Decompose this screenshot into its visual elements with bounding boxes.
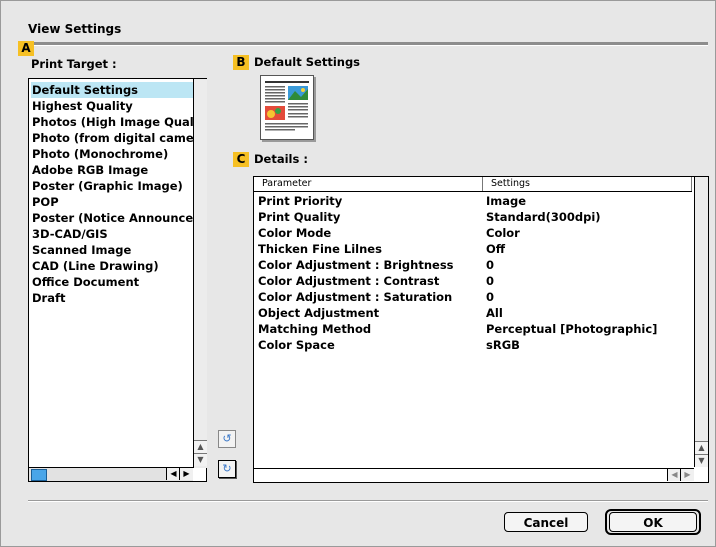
parameter-cell: Color Space [258,338,335,352]
setting-cell: 0 [486,290,495,304]
badge-c: C [233,152,249,167]
parameter-cell: Color Adjustment : Brightness [258,258,454,272]
column-header-parameter[interactable]: Parameter [254,177,483,191]
print-target-item[interactable]: Poster (Graphic Image) [31,178,193,194]
bottom-divider [28,500,708,502]
scroll-down-icon[interactable]: ▼ [194,453,207,466]
title-divider [28,42,708,46]
print-target-item[interactable]: POP [31,194,193,210]
print-target-label: Print Target : [31,57,117,71]
badge-a: A [18,41,34,56]
details-horizontal-scrollbar[interactable]: ◀ ▶ [254,468,694,482]
print-target-item[interactable]: Photo (from digital camer [31,130,193,146]
parameter-cell: Color Adjustment : Saturation [258,290,453,304]
default-settings-label: Default Settings [254,55,361,69]
details-label: Details : [254,152,308,166]
scroll-left-icon[interactable]: ◀ [166,468,180,480]
scroll-up-icon[interactable]: ▲ [194,440,207,453]
apply-icon: ↻ [222,462,232,475]
details-table-header: Parameter Settings [254,177,692,192]
print-target-item[interactable]: 3D-CAD/GIS [31,226,193,242]
print-target-item[interactable]: Default Settings [31,82,193,98]
details-scroll-down-icon[interactable]: ▼ [695,454,708,467]
parameter-cell: Print Priority [258,194,343,208]
scroll-thumb[interactable] [31,469,47,481]
print-target-item[interactable]: Photos (High Image Quali [31,114,193,130]
setting-cell: Standard(300dpi) [486,210,601,224]
setting-cell: Color [486,226,520,240]
print-target-item[interactable]: Office Document [31,274,193,290]
view-settings-dialog: View Settings A Print Target : Default S… [0,0,716,547]
badge-b: B [233,55,249,70]
print-target-list: Default Settings Highest Quality Photos (H… [31,82,193,460]
parameter-cell: Print Quality [258,210,341,224]
dialog-title: View Settings [28,22,122,36]
parameter-cell: Color Mode [258,226,332,240]
list-horizontal-scrollbar[interactable]: ◀ ▶ [29,467,193,481]
details-scroll-right-icon[interactable]: ▶ [680,469,694,481]
setting-cell: 0 [486,274,495,288]
details-scroll-left-icon[interactable]: ◀ [667,469,681,481]
print-target-item[interactable]: Photo (Monochrome) [31,146,193,162]
details-vertical-scrollbar[interactable]: ▲ ▼ [694,177,708,467]
restore-settings-button[interactable]: ↺ [218,430,236,448]
scroll-right-icon[interactable]: ▶ [179,468,193,480]
details-table: Parameter Settings Print Priority Image Pr… [253,176,709,483]
parameter-cell: Object Adjustment [258,306,380,320]
document-preview-icon [265,81,309,131]
print-target-item[interactable]: Draft [31,290,193,306]
setting-cell: Image [486,194,527,208]
setting-cell: Perceptual [Photographic] [486,322,658,336]
parameter-cell: Matching Method [258,322,372,336]
print-target-item[interactable]: CAD (Line Drawing) [31,258,193,274]
print-target-listbox[interactable]: Default Settings Highest Quality Photos (H… [28,78,207,482]
cancel-button[interactable]: Cancel [504,512,588,532]
setting-cell: sRGB [486,338,520,352]
print-target-item[interactable]: Adobe RGB Image [31,162,193,178]
setting-cell: 0 [486,258,495,272]
parameter-cell: Thicken Fine Lilnes [258,242,382,256]
details-scroll-up-icon[interactable]: ▲ [695,441,708,454]
apply-settings-button[interactable]: ↻ [218,460,236,478]
parameter-cell: Color Adjustment : Contrast [258,274,440,288]
setting-cell: All [486,306,503,320]
print-target-item[interactable]: Scanned Image [31,242,193,258]
setting-cell: Off [486,242,506,256]
column-header-settings[interactable]: Settings [483,177,692,191]
print-target-item[interactable]: Highest Quality [31,98,193,114]
ok-button[interactable]: OK [609,512,697,532]
print-target-item[interactable]: Poster (Notice Announcen [31,210,193,226]
list-vertical-scrollbar[interactable]: ▲ ▼ [193,79,207,468]
restore-icon: ↺ [222,432,232,445]
page-preview-thumbnail [260,75,314,140]
